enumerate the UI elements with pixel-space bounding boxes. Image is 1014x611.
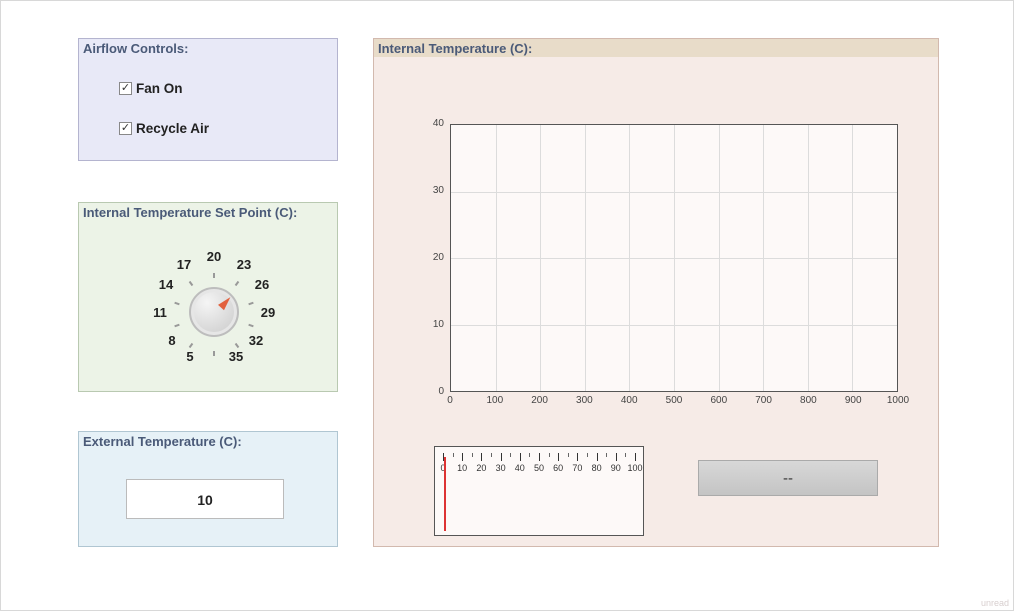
temperature-chart xyxy=(450,124,898,392)
fan-on-checkbox[interactable]: ✓ xyxy=(119,82,132,95)
xtick-800: 800 xyxy=(793,395,823,406)
plot-title: Internal Temperature (C): xyxy=(378,41,532,56)
gauge-tick-50: 50 xyxy=(530,463,548,473)
fan-on-row: ✓ Fan On xyxy=(119,81,183,96)
xtick-500: 500 xyxy=(659,395,689,406)
dial-num-11: 11 xyxy=(148,305,172,320)
gauge-scale: 0 10 20 30 40 50 60 70 80 90 100 xyxy=(443,453,635,469)
recycle-air-label: Recycle Air xyxy=(136,121,209,136)
dial-face-icon xyxy=(189,287,239,337)
external-title: External Temperature (C): xyxy=(83,434,242,449)
gauge-tick-40: 40 xyxy=(511,463,529,473)
recycle-air-row: ✓ Recycle Air xyxy=(119,121,209,136)
ytick-10: 10 xyxy=(422,319,444,330)
dial-num-5: 5 xyxy=(178,349,202,364)
panel-airflow-controls: Airflow Controls: ✓ Fan On ✓ Recycle Air xyxy=(78,38,338,161)
dial-num-32: 32 xyxy=(244,333,268,348)
temperature-readout: -- xyxy=(698,460,878,496)
fan-on-label: Fan On xyxy=(136,81,183,96)
panel-setpoint: Internal Temperature Set Point (C): 5 8 … xyxy=(78,202,338,392)
dial-num-17: 17 xyxy=(172,257,196,272)
ytick-40: 40 xyxy=(422,118,444,129)
app-canvas: Airflow Controls: ✓ Fan On ✓ Recycle Air… xyxy=(0,0,1014,611)
xtick-0: 0 xyxy=(435,395,465,406)
gauge-tick-0: 0 xyxy=(434,463,452,473)
dial-num-35: 35 xyxy=(224,349,248,364)
ytick-30: 30 xyxy=(422,185,444,196)
xtick-200: 200 xyxy=(525,395,555,406)
xtick-100: 100 xyxy=(480,395,510,406)
gauge-tick-80: 80 xyxy=(588,463,606,473)
gauge-tick-20: 20 xyxy=(472,463,490,473)
xtick-600: 600 xyxy=(704,395,734,406)
xtick-700: 700 xyxy=(749,395,779,406)
xtick-400: 400 xyxy=(614,395,644,406)
panel-external-temp: External Temperature (C): 10 xyxy=(78,431,338,547)
gauge-tick-30: 30 xyxy=(492,463,510,473)
recycle-air-checkbox[interactable]: ✓ xyxy=(119,122,132,135)
gauge-needle-icon xyxy=(444,457,446,531)
dial-num-26: 26 xyxy=(250,277,274,292)
xtick-300: 300 xyxy=(569,395,599,406)
dial-num-14: 14 xyxy=(154,277,178,292)
external-temp-input[interactable]: 10 xyxy=(126,479,284,519)
gauge-tick-60: 60 xyxy=(549,463,567,473)
gauge-tick-90: 90 xyxy=(607,463,625,473)
airflow-title: Airflow Controls: xyxy=(83,41,188,56)
xtick-1000: 1000 xyxy=(883,395,913,406)
temperature-gauge: 0 10 20 30 40 50 60 70 80 90 100 xyxy=(434,446,644,536)
setpoint-dial[interactable]: 5 8 11 14 17 20 23 26 29 32 35 xyxy=(124,225,294,395)
dial-num-20: 20 xyxy=(202,249,226,264)
gauge-tick-70: 70 xyxy=(568,463,586,473)
footer-tag: unread xyxy=(981,598,1009,608)
setpoint-title: Internal Temperature Set Point (C): xyxy=(83,205,297,220)
panel-internal-temp: Internal Temperature (C): 40 30 20 10 0 … xyxy=(373,38,939,547)
dial-num-23: 23 xyxy=(232,257,256,272)
gauge-tick-10: 10 xyxy=(453,463,471,473)
dial-num-8: 8 xyxy=(160,333,184,348)
xtick-900: 900 xyxy=(838,395,868,406)
dial-num-29: 29 xyxy=(256,305,280,320)
ytick-20: 20 xyxy=(422,252,444,263)
gauge-tick-100: 100 xyxy=(626,463,644,473)
